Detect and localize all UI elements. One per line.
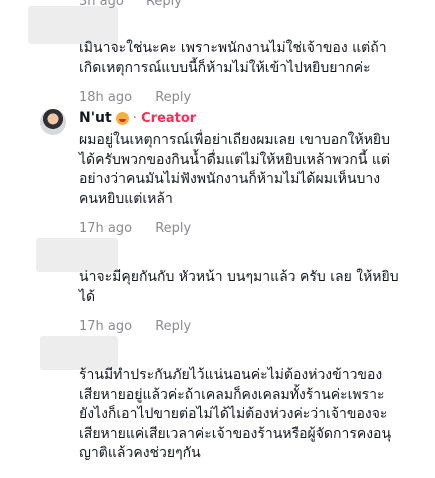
- comment-3: น่าจะมีคุยกันกับ หัวหน้า บนๆมาแล้ว ครับ …: [79, 268, 419, 334]
- emoji-icon: [115, 111, 129, 125]
- comment-2: N'ut · Creator ผมอยู่ในเหตุการณ์เพื่อย่า…: [79, 110, 419, 236]
- separator-dot: ·: [132, 110, 138, 126]
- comment-time: 3h ago: [79, 0, 124, 9]
- comment-text: น่าจะมีคุยกันกับ หัวหน้า บนๆมาแล้ว ครับ …: [79, 269, 399, 305]
- comment-4: ร้านมีทำประกันภัยไว้แน่นอนค่ะไม่ต้องห่วง…: [79, 366, 419, 464]
- redacted-avatar-3: [36, 238, 118, 272]
- reply-button[interactable]: Reply: [155, 90, 191, 105]
- comment-author-row: N'ut · Creator: [79, 110, 419, 126]
- comment-time: 17h ago: [79, 221, 133, 236]
- comment-meta: 17h ago Reply: [79, 221, 419, 236]
- comment-time: 17h ago: [79, 319, 133, 334]
- reply-button[interactable]: Reply: [146, 0, 182, 9]
- avatar[interactable]: [40, 109, 66, 135]
- comment-text: ร้านมีทำประกันภัยไว้แน่นอนค่ะไม่ต้องห่วง…: [79, 367, 392, 461]
- comment-time: 18h ago: [79, 90, 133, 105]
- comment-meta: 17h ago Reply: [79, 319, 419, 334]
- reply-button[interactable]: Reply: [155, 221, 191, 236]
- comment-text: เมินาจะใช่นะคะ เพราะพนักงานไม่ใช่เจ้าของ…: [79, 40, 387, 76]
- comment-meta: 18h ago Reply: [79, 90, 419, 105]
- author-name[interactable]: N'ut: [79, 110, 112, 126]
- previous-comment-meta: 3h ago Reply: [79, 0, 200, 9]
- comment-1: เมินาจะใช่นะคะ เพราะพนักงานไม่ใช่เจ้าของ…: [79, 39, 419, 105]
- comment-text: ผมอยู่ในเหตุการณ์เพื่อย่าเถียงผมเลย เขาบ…: [79, 132, 391, 207]
- reply-button[interactable]: Reply: [155, 319, 191, 334]
- redacted-avatar-4: [40, 336, 118, 370]
- creator-badge: Creator: [141, 110, 197, 126]
